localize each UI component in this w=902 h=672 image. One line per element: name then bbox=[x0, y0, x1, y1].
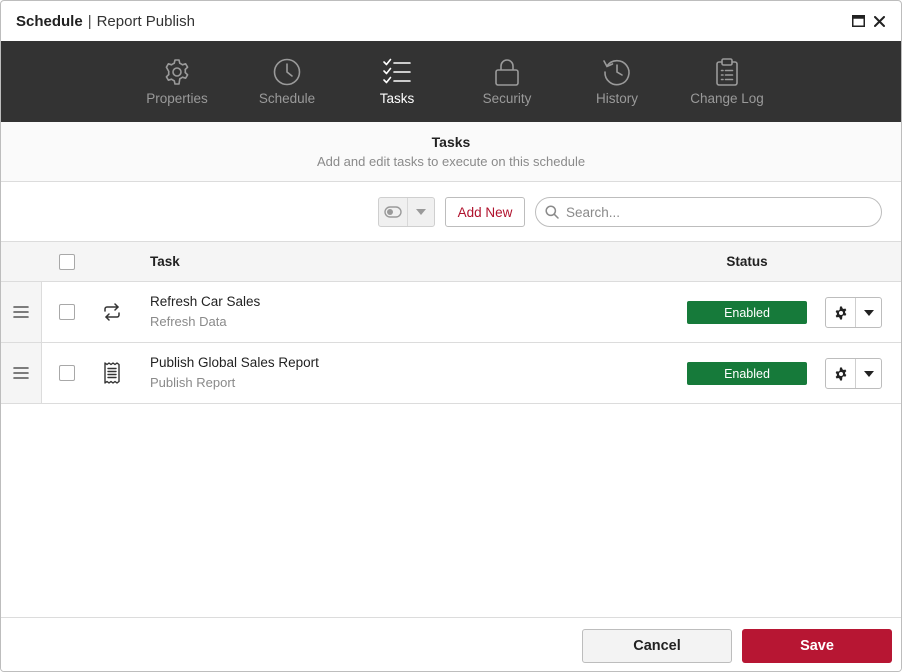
section-header: Tasks Add and edit tasks to execute on t… bbox=[1, 122, 901, 182]
status-badge: Enabled bbox=[687, 301, 807, 324]
task-name: Publish Global Sales Report bbox=[150, 355, 319, 370]
tab-label: Security bbox=[482, 91, 532, 106]
window-maximize-icon[interactable] bbox=[850, 13, 866, 29]
cancel-button[interactable]: Cancel bbox=[582, 629, 732, 663]
task-name: Refresh Car Sales bbox=[150, 294, 261, 309]
tab-history[interactable]: History bbox=[562, 41, 672, 122]
table-row[interactable]: Publish Global Sales Report Publish Repo… bbox=[1, 343, 901, 404]
search-input[interactable] bbox=[566, 204, 866, 220]
chevron-down-icon[interactable] bbox=[856, 298, 881, 327]
chevron-down-icon[interactable] bbox=[856, 359, 881, 388]
row-checkbox[interactable] bbox=[59, 365, 75, 381]
title-separator: | bbox=[87, 12, 92, 30]
table-header: Task Status bbox=[1, 242, 901, 282]
nav-tabs: Properties Schedule Tasks Security Histo… bbox=[1, 41, 901, 122]
column-header-task: Task bbox=[150, 254, 180, 269]
tab-schedule[interactable]: Schedule bbox=[232, 41, 342, 122]
dialog-subtitle: Report Publish bbox=[96, 12, 195, 30]
status-badge: Enabled bbox=[687, 362, 807, 385]
close-icon[interactable] bbox=[871, 13, 887, 29]
task-toolbar: Add New bbox=[1, 182, 901, 242]
save-button[interactable]: Save bbox=[742, 629, 892, 663]
tab-label: Properties bbox=[146, 91, 208, 106]
row-actions bbox=[825, 358, 882, 389]
row-actions bbox=[825, 297, 882, 328]
gear-icon[interactable] bbox=[826, 359, 856, 388]
search-icon bbox=[545, 205, 559, 219]
checklist-icon bbox=[382, 57, 412, 87]
tab-security[interactable]: Security bbox=[452, 41, 562, 122]
table-row[interactable]: Refresh Car Sales Refresh Data Enabled bbox=[1, 282, 901, 343]
tab-tasks[interactable]: Tasks bbox=[342, 41, 452, 122]
dialog-title: Schedule bbox=[16, 12, 83, 30]
tab-properties[interactable]: Properties bbox=[122, 41, 232, 122]
clipboard-icon bbox=[712, 57, 742, 87]
report-icon bbox=[101, 362, 123, 384]
tab-label: Tasks bbox=[379, 91, 415, 106]
search-box bbox=[535, 197, 882, 227]
lock-icon bbox=[492, 57, 522, 87]
title-bar: Schedule | Report Publish bbox=[1, 1, 901, 41]
add-new-button[interactable]: Add New bbox=[445, 197, 525, 227]
toggle-icon[interactable] bbox=[379, 198, 408, 226]
section-title: Tasks bbox=[431, 134, 471, 150]
refresh-icon bbox=[101, 301, 123, 323]
dialog-footer: Cancel Save bbox=[1, 617, 901, 671]
row-checkbox[interactable] bbox=[59, 304, 75, 320]
chevron-down-icon[interactable] bbox=[408, 198, 434, 226]
tab-change-log[interactable]: Change Log bbox=[672, 41, 782, 122]
task-type: Refresh Data bbox=[150, 314, 227, 329]
column-header-status: Status bbox=[726, 254, 768, 269]
view-toggle bbox=[378, 197, 435, 227]
select-all-checkbox[interactable] bbox=[59, 254, 75, 270]
tab-label: Schedule bbox=[258, 91, 316, 106]
clock-icon bbox=[272, 57, 302, 87]
gear-icon bbox=[162, 57, 192, 87]
gear-icon[interactable] bbox=[826, 298, 856, 327]
tab-label: Change Log bbox=[690, 91, 764, 106]
task-type: Publish Report bbox=[150, 375, 236, 390]
drag-handle-icon[interactable] bbox=[1, 343, 42, 403]
section-subtitle: Add and edit tasks to execute on this sc… bbox=[316, 154, 586, 169]
tab-label: History bbox=[595, 91, 638, 106]
drag-handle-icon[interactable] bbox=[1, 282, 42, 342]
schedule-dialog: Schedule | Report Publish Properties Sch… bbox=[0, 0, 902, 672]
history-icon bbox=[602, 57, 632, 87]
